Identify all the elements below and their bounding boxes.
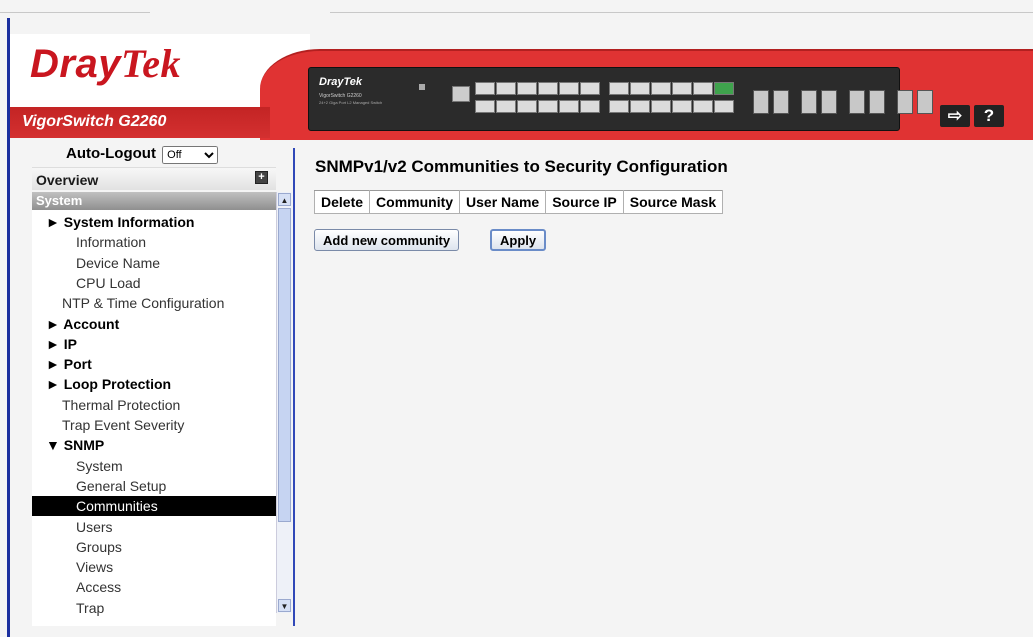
- logout-icon[interactable]: ⇨: [940, 105, 970, 127]
- auto-logout: Auto-Logout Off: [66, 145, 219, 164]
- scroll-down-icon[interactable]: ▼: [278, 599, 291, 612]
- content-divider: [293, 148, 295, 626]
- switch-port: [517, 82, 537, 95]
- sfp-port: [753, 90, 769, 114]
- sidebar-item[interactable]: Information: [76, 232, 146, 252]
- sfp-port: [773, 90, 789, 114]
- power-led: [419, 84, 425, 90]
- switch-port: [630, 100, 650, 113]
- sidebar-item[interactable]: ► System Information: [46, 212, 194, 232]
- switch-port: [714, 82, 734, 95]
- sidebar-item[interactable]: Access: [76, 577, 121, 597]
- sidebar-item[interactable]: ► IP: [46, 334, 77, 354]
- expand-plus-icon[interactable]: +: [255, 171, 268, 184]
- switch-port: [651, 100, 671, 113]
- switch-port: [609, 100, 629, 113]
- sfp-port: [917, 90, 933, 114]
- page-title: SNMPv1/v2 Communities to Security Config…: [315, 157, 728, 176]
- switch-port: [630, 82, 650, 95]
- switch-port: [714, 100, 734, 113]
- sidebar-item[interactable]: Thermal Protection: [62, 395, 180, 415]
- sidebar-item[interactable]: Communities: [32, 496, 276, 517]
- switch-port: [672, 82, 692, 95]
- sidebar-item[interactable]: Trap Event Severity: [62, 415, 184, 435]
- scroll-thumb[interactable]: [278, 208, 291, 522]
- table-header-row: Delete Community User Name Source IP Sou…: [313, 190, 724, 214]
- sidebar-item[interactable]: CPU Load: [76, 273, 141, 293]
- col-community: Community: [369, 190, 461, 214]
- switch-port: [517, 100, 537, 113]
- sidebar-item[interactable]: Users: [76, 517, 113, 537]
- switch-port: [693, 100, 713, 113]
- switch-port: [651, 82, 671, 95]
- sidebar-item[interactable]: Views: [76, 557, 113, 577]
- sfp-port: [869, 90, 885, 114]
- sfp-port: [897, 90, 913, 114]
- sidebar-item[interactable]: ► Account: [46, 314, 119, 334]
- model-name: VigorSwitch G2260: [22, 113, 167, 130]
- sidebar-item[interactable]: ► Loop Protection: [46, 374, 171, 394]
- switch-front-panel: DrayTek VigorSwitch G2260 24+2 Giga Port…: [308, 67, 933, 131]
- switch-port: [475, 100, 495, 113]
- scroll-up-icon[interactable]: ▲: [278, 193, 291, 206]
- col-user-name: User Name: [459, 190, 547, 214]
- add-community-button[interactable]: Add new community: [314, 229, 460, 251]
- sidebar-item[interactable]: NTP & Time Configuration: [62, 293, 224, 313]
- sfp-port: [849, 90, 865, 114]
- switch-port: [559, 100, 579, 113]
- top-border-gap: [150, 9, 330, 15]
- switch-port: [538, 82, 558, 95]
- communities-table: Delete Community User Name Source IP Sou…: [313, 190, 724, 214]
- switch-port: [693, 82, 713, 95]
- apply-button[interactable]: Apply: [490, 229, 547, 251]
- sidebar-item[interactable]: System: [76, 456, 123, 476]
- switch-port: [496, 100, 516, 113]
- help-icon[interactable]: ?: [974, 105, 1004, 127]
- switch-port: [672, 100, 692, 113]
- sidebar-item[interactable]: ► Port: [46, 354, 92, 374]
- auto-logout-label: Auto-Logout: [66, 145, 156, 162]
- sidebar-item[interactable]: Trap: [76, 598, 104, 618]
- auto-logout-select[interactable]: Off: [162, 146, 219, 164]
- switch-port: [580, 82, 600, 95]
- col-delete: Delete: [313, 190, 371, 214]
- draytek-logo: DrayTek: [30, 41, 181, 86]
- console-port: [452, 86, 470, 102]
- sidebar-menu: System ► System Information Information De…: [32, 192, 276, 626]
- device-description: 24+2 Giga Port L2 Managed Switch: [319, 100, 383, 105]
- sidebar-scrollbar[interactable]: ▲ ▼: [276, 192, 292, 613]
- col-source-ip: Source IP: [545, 190, 624, 214]
- sidebar-item[interactable]: Groups: [76, 537, 122, 557]
- overview-label: Overview: [36, 172, 99, 188]
- sfp-port: [801, 90, 817, 114]
- device-model: VigorSwitch G2260: [319, 93, 362, 99]
- switch-port: [559, 82, 579, 95]
- sidebar-item[interactable]: Device Name: [76, 253, 160, 273]
- overview-header[interactable]: Overview +: [32, 167, 276, 190]
- port-grid: [475, 78, 933, 122]
- sidebar-item[interactable]: ▼ SNMP: [46, 435, 104, 455]
- app-header: DrayTek VigorSwitch G2260 DrayTek VigorS…: [10, 34, 1033, 140]
- switch-port: [609, 82, 629, 95]
- switch-port: [538, 100, 558, 113]
- switch-port: [475, 82, 495, 95]
- device-brand: DrayTek: [319, 76, 363, 88]
- sidebar-item[interactable]: General Setup: [76, 476, 166, 496]
- switch-port: [496, 82, 516, 95]
- sfp-port: [821, 90, 837, 114]
- col-source-mask: Source Mask: [622, 190, 724, 214]
- menu-section-system[interactable]: System: [32, 192, 276, 210]
- switch-port: [580, 100, 600, 113]
